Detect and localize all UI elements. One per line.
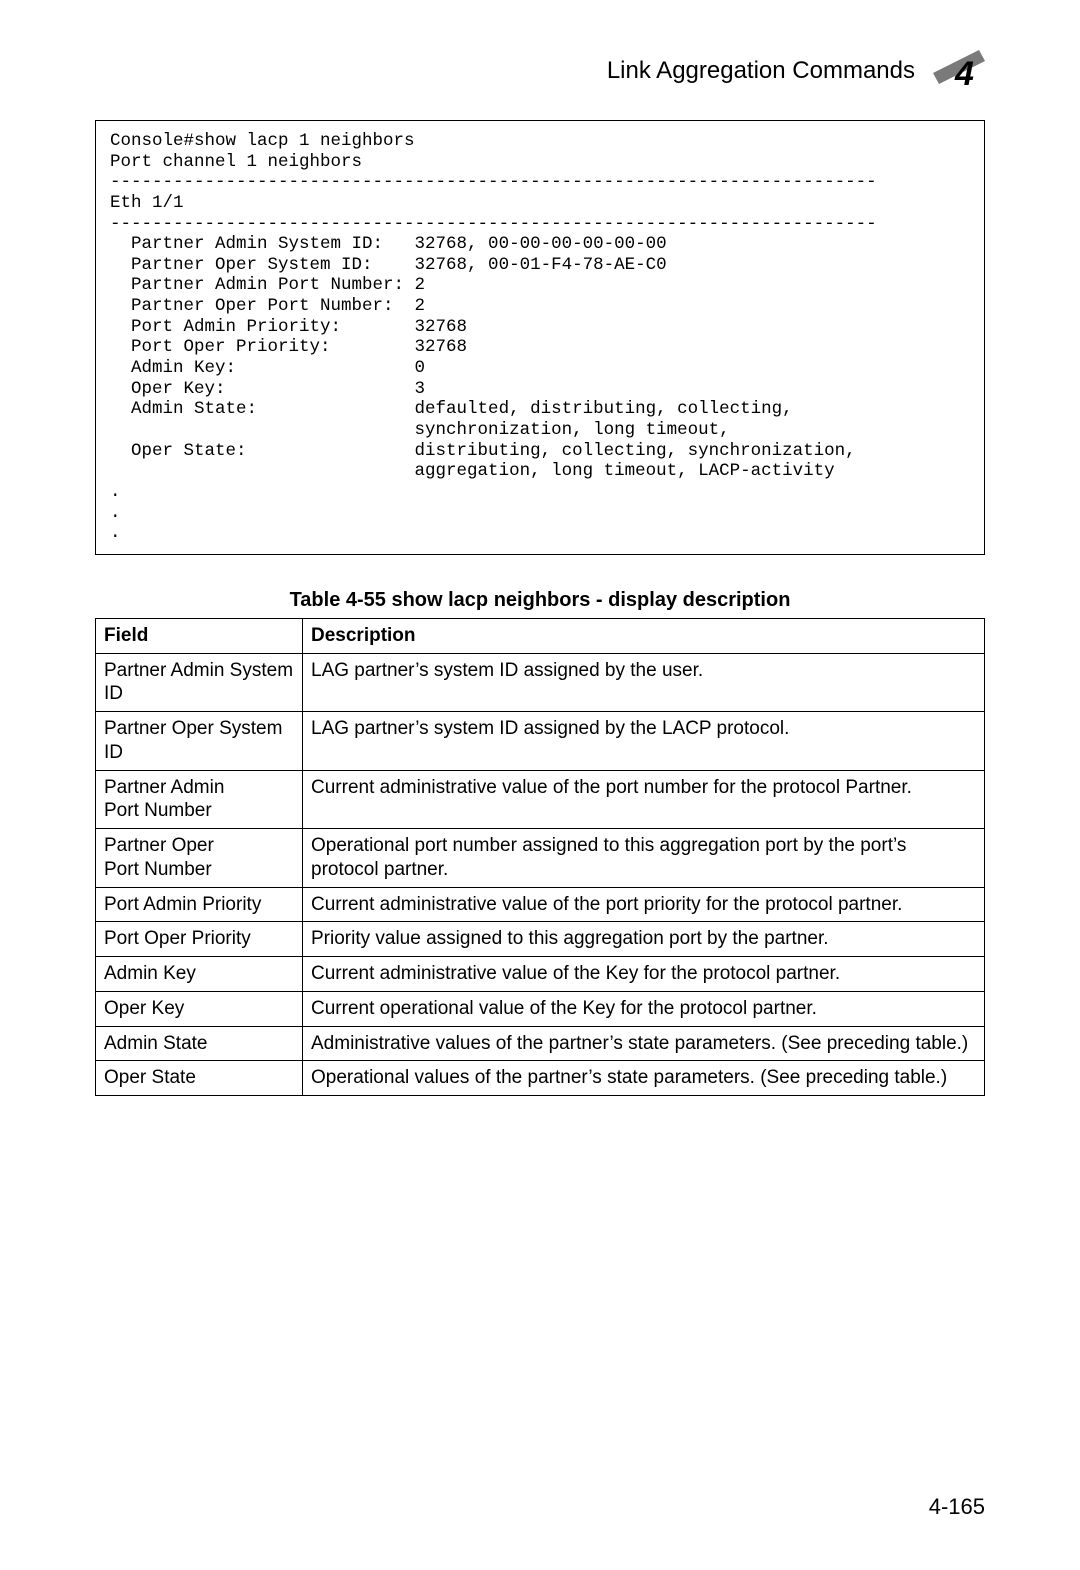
page-header: Link Aggregation Commands 4 (95, 50, 985, 92)
console-line: aggregation, long timeout, LACP-activity (110, 461, 835, 481)
section-title: Link Aggregation Commands (607, 57, 915, 85)
table-header-row: Field Description (96, 618, 985, 653)
console-line: Partner Admin Port Number: 2 (110, 275, 425, 295)
description-table: Field Description Partner Admin System I… (95, 618, 985, 1096)
console-line: Admin State: defaulted, distributing, co… (110, 399, 793, 419)
table-row: Partner AdminPort Number Current adminis… (96, 770, 985, 829)
console-line: synchronization, long timeout, (110, 420, 730, 440)
desc-cell: Current operational value of the Key for… (303, 991, 985, 1026)
console-output: Console#show lacp 1 neighbors Port chann… (95, 120, 985, 555)
table-row: Partner Oper System ID LAG partner’s sys… (96, 712, 985, 771)
field-cell: Partner OperPort Number (96, 829, 303, 888)
field-cell: Partner Oper System ID (96, 712, 303, 771)
desc-cell: Administrative values of the partner’s s… (303, 1026, 985, 1061)
table-row: Partner Admin System ID LAG partner’s sy… (96, 653, 985, 712)
console-line: Eth 1/1 (110, 193, 184, 213)
table-row: Partner OperPort Number Operational port… (96, 829, 985, 888)
field-cell: Oper Key (96, 991, 303, 1026)
console-line: ----------------------------------------… (110, 172, 877, 192)
field-cell: Oper State (96, 1061, 303, 1096)
desc-cell: Priority value assigned to this aggregat… (303, 922, 985, 957)
console-line: Admin Key: 0 (110, 358, 425, 378)
console-line: Port channel 1 neighbors (110, 152, 362, 172)
table-row: Admin State Administrative values of the… (96, 1026, 985, 1061)
page: Link Aggregation Commands 4 Console#show… (0, 0, 1080, 1570)
desc-cell: Operational port number assigned to this… (303, 829, 985, 888)
desc-cell: LAG partner’s system ID assigned by the … (303, 653, 985, 712)
console-line: Partner Admin System ID: 32768, 00-00-00… (110, 234, 667, 254)
field-cell: Port Oper Priority (96, 922, 303, 957)
desc-cell: Operational values of the partner’s stat… (303, 1061, 985, 1096)
table-row: Admin Key Current administrative value o… (96, 957, 985, 992)
console-line: Partner Oper Port Number: 2 (110, 296, 425, 316)
console-line: Port Oper Priority: 32768 (110, 337, 467, 357)
console-line: Oper State: distributing, collecting, sy… (110, 441, 856, 461)
field-cell: Partner Admin System ID (96, 653, 303, 712)
table-row: Oper Key Current operational value of th… (96, 991, 985, 1026)
console-line: Partner Oper System ID: 32768, 00-01-F4-… (110, 255, 667, 275)
vertical-ellipsis-icon: . . . (110, 482, 121, 543)
field-cell: Admin Key (96, 957, 303, 992)
console-line: Console#show lacp 1 neighbors (110, 131, 415, 151)
desc-cell: LAG partner’s system ID assigned by the … (303, 712, 985, 771)
console-line: Oper Key: 3 (110, 379, 425, 399)
desc-cell: Current administrative value of the port… (303, 887, 985, 922)
desc-cell: Current administrative value of the port… (303, 770, 985, 829)
table-row: Port Oper Priority Priority value assign… (96, 922, 985, 957)
table-row: Port Admin Priority Current administrati… (96, 887, 985, 922)
chapter-number: 4 (954, 55, 974, 92)
table-header-description: Description (303, 618, 985, 653)
table-row: Oper State Operational values of the par… (96, 1061, 985, 1096)
table-caption: Table 4-55 show lacp neighbors - display… (95, 589, 985, 612)
field-cell: Partner AdminPort Number (96, 770, 303, 829)
desc-cell: Current administrative value of the Key … (303, 957, 985, 992)
table-header-field: Field (96, 618, 303, 653)
console-line: Port Admin Priority: 32768 (110, 317, 467, 337)
page-number: 4-165 (929, 1494, 985, 1520)
chapter-number-icon: 4 (933, 50, 985, 92)
field-cell: Admin State (96, 1026, 303, 1061)
field-cell: Port Admin Priority (96, 887, 303, 922)
console-line: ----------------------------------------… (110, 214, 877, 234)
